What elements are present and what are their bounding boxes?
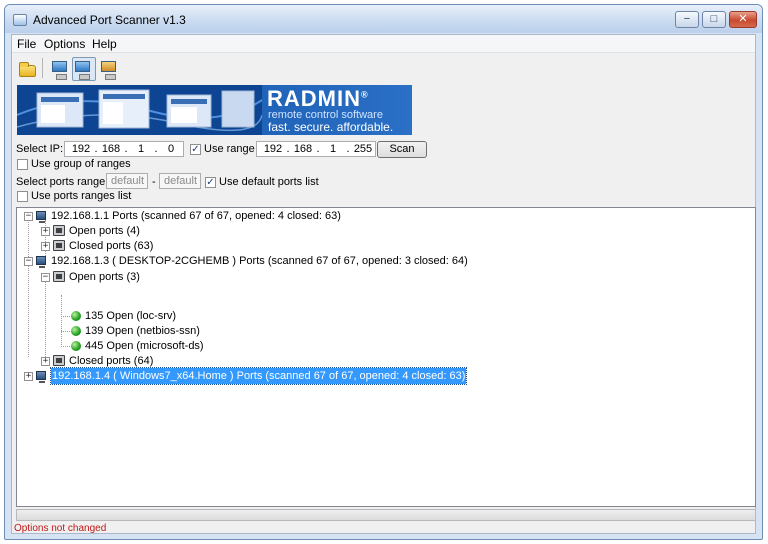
ip-to-octet-3: 1 — [329, 143, 337, 155]
ip-to-field[interactable]: 192. 168. 1. 255 — [256, 141, 376, 157]
use-group-label: Use group of ranges — [31, 158, 131, 170]
expand-toggle[interactable]: + — [41, 242, 50, 251]
use-ports-ranges-label: Use ports ranges list — [31, 190, 132, 202]
menu-file[interactable]: File — [17, 37, 36, 51]
computer-icon — [36, 211, 46, 223]
use-group-checkbox[interactable] — [17, 159, 28, 170]
tree-row-host-selected[interactable]: + 192.168.1.4 ( Windows7_x64.Home ) Port… — [17, 367, 757, 385]
computer-icon — [36, 371, 46, 383]
open-port-icon — [71, 311, 81, 321]
scan-computer-icon — [52, 61, 67, 80]
toolbar-separator — [42, 58, 43, 78]
menu-options[interactable]: Options — [44, 37, 85, 51]
ip-from-octet-4: 0 — [167, 143, 175, 155]
ip-to-octet-2: 168 — [293, 143, 313, 155]
results-tree[interactable]: − 192.168.1.1 Ports (scanned 67 of 67, o… — [16, 207, 756, 507]
radmin-button[interactable] — [97, 57, 121, 81]
scan-computer-button[interactable] — [47, 57, 71, 81]
port-label: 135 Open (loc-srv) — [85, 310, 177, 322]
window-title: Advanced Port Scanner v1.3 — [33, 13, 186, 27]
tree-row-port[interactable]: 139 Open (netbios-ssn) — [17, 323, 757, 339]
scan-network-button[interactable] — [72, 57, 96, 81]
expand-toggle[interactable]: + — [24, 372, 33, 381]
group-label: Open ports (3) — [69, 271, 140, 283]
ports-range-label: Select ports range: — [16, 176, 109, 188]
ip-to-octet-4: 255 — [353, 143, 373, 155]
open-icon — [19, 62, 36, 77]
tree-row-group[interactable]: + Open ports (4) — [17, 223, 757, 239]
tree-row-port[interactable]: 445 Open (microsoft-ds) — [17, 338, 757, 354]
host-label: 192.168.1.3 ( DESKTOP-2CGHEMB ) Ports (s… — [51, 255, 468, 267]
use-range-label: Use range — [204, 143, 255, 155]
select-ip-label: Select IP: — [16, 143, 64, 155]
ports-group-icon — [53, 355, 65, 366]
status-text: Options not changed — [14, 523, 107, 534]
expand-toggle[interactable]: + — [41, 227, 50, 236]
computer-icon — [36, 256, 46, 268]
expand-toggle[interactable]: + — [41, 357, 50, 366]
group-label: Closed ports (64) — [69, 355, 154, 367]
close-button[interactable]: ✕ — [729, 11, 757, 28]
collapse-toggle[interactable]: − — [41, 273, 50, 282]
use-range-checkbox[interactable]: ✓ — [190, 144, 201, 155]
port-from-value: default — [111, 175, 145, 187]
tree-row-group[interactable]: + Closed ports (64) — [17, 353, 757, 369]
group-label: Open ports (4) — [69, 225, 140, 237]
menu-help[interactable]: Help — [92, 37, 117, 51]
title-bar[interactable]: Advanced Port Scanner v1.3 − □ ✕ — [5, 5, 762, 33]
tree-row-host[interactable]: − 192.168.1.3 ( DESKTOP-2CGHEMB ) Ports … — [17, 253, 757, 269]
open-button[interactable] — [15, 57, 39, 81]
scan-network-icon — [75, 61, 90, 80]
use-default-ports-label: Use default ports list — [219, 176, 319, 188]
host-label: 192.168.1.1 Ports (scanned 67 of 67, ope… — [51, 210, 341, 222]
ip-from-octet-3: 1 — [137, 143, 145, 155]
ports-group-icon — [53, 225, 65, 236]
port-label: 139 Open (netbios-ssn) — [85, 325, 200, 337]
menu-bar: File Options Help — [12, 35, 755, 53]
scan-progress-bar — [16, 509, 756, 521]
use-ports-ranges-checkbox[interactable] — [17, 191, 28, 202]
open-port-icon — [71, 326, 81, 336]
toolbar — [12, 54, 755, 84]
ports-group-icon — [53, 271, 65, 282]
collapse-toggle[interactable]: − — [24, 257, 33, 266]
radmin-icon — [101, 61, 116, 80]
minimize-button[interactable]: − — [675, 11, 699, 28]
ip-from-octet-2: 168 — [101, 143, 121, 155]
host-label: 192.168.1.4 ( Windows7_x64.Home ) Ports … — [49, 367, 468, 385]
tree-row-group[interactable]: − Open ports (3) — [17, 269, 757, 285]
use-default-ports-checkbox[interactable]: ✓ — [205, 177, 216, 188]
ip-from-field[interactable]: 192. 168. 1. 0 — [64, 141, 184, 157]
banner-artwork — [17, 85, 262, 135]
app-icon — [13, 14, 27, 26]
collapse-toggle[interactable]: − — [24, 212, 33, 221]
ip-to-octet-1: 192 — [263, 143, 283, 155]
scan-button[interactable]: Scan — [377, 141, 427, 158]
open-port-icon — [71, 341, 81, 351]
banner-slogan: fast. secure. affordable. — [268, 120, 394, 134]
tree-row-group[interactable]: + Closed ports (63) — [17, 238, 757, 254]
port-from-field[interactable]: default — [106, 173, 148, 189]
ports-group-icon — [53, 240, 65, 251]
tree-row-port[interactable]: 135 Open (loc-srv) — [17, 308, 757, 324]
group-label: Closed ports (63) — [69, 240, 154, 252]
client-area: File Options Help RADMIN® remote control… — [11, 34, 756, 534]
port-to-field[interactable]: default — [159, 173, 201, 189]
app-window: Advanced Port Scanner v1.3 − □ ✕ File Op… — [4, 4, 763, 540]
tree-row-host[interactable]: − 192.168.1.1 Ports (scanned 67 of 67, o… — [17, 208, 757, 224]
port-label: 445 Open (microsoft-ds) — [85, 340, 204, 352]
port-to-value: default — [164, 175, 198, 187]
maximize-button[interactable]: □ — [702, 11, 726, 28]
radmin-banner[interactable]: RADMIN® remote control software fast. se… — [17, 85, 412, 135]
ip-from-octet-1: 192 — [71, 143, 91, 155]
port-dash: - — [152, 176, 156, 188]
